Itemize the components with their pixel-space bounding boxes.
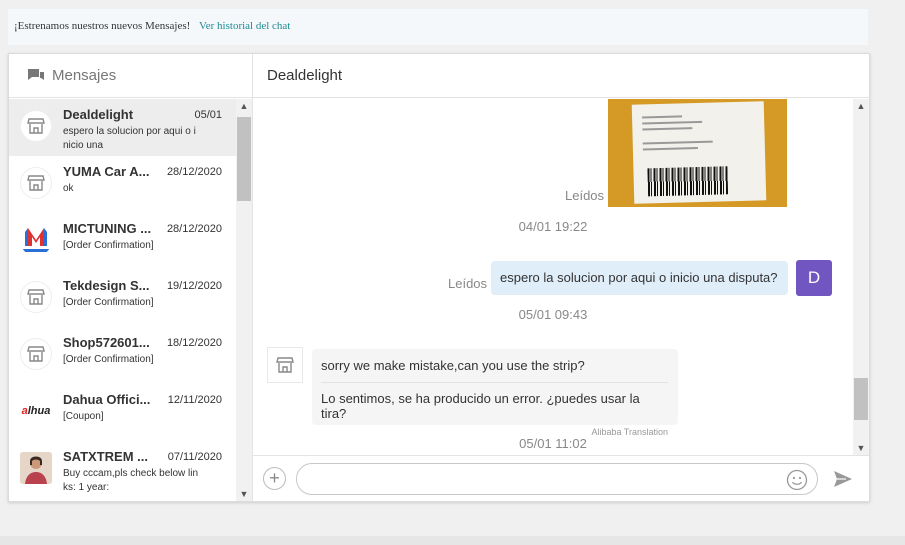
add-attachment-button[interactable]: + bbox=[263, 467, 286, 490]
conversation-date: 18/12/2020 bbox=[166, 337, 222, 349]
emoji-icon[interactable] bbox=[786, 469, 808, 491]
conversation-item[interactable]: MICTUNING ... 28/12/2020 [Order Confirma… bbox=[9, 213, 236, 270]
scroll-down-icon[interactable]: ▼ bbox=[853, 441, 869, 455]
incoming-translated-text: Lo sentimos, se ha producido un error. ¿… bbox=[321, 391, 640, 421]
conversation-name: MICTUNING ... bbox=[63, 221, 152, 236]
scrollbar-thumb[interactable] bbox=[854, 378, 868, 420]
send-icon[interactable] bbox=[833, 470, 853, 488]
conversation-name: Dealdelight bbox=[63, 107, 134, 122]
store-icon bbox=[20, 110, 52, 142]
incoming-original-text: sorry we make mistake,can you use the st… bbox=[321, 358, 668, 383]
conversation-name: Dahua Offici... bbox=[63, 392, 151, 407]
conversation-date: 28/12/2020 bbox=[166, 223, 222, 235]
read-receipt: Leídos bbox=[565, 188, 605, 203]
scroll-up-icon[interactable]: ▲ bbox=[853, 99, 869, 113]
incoming-message: sorry we make mistake,can you use the st… bbox=[312, 349, 678, 437]
read-receipt: Leídos bbox=[448, 276, 488, 291]
conversation-date: 12/11/2020 bbox=[167, 394, 222, 406]
store-icon bbox=[20, 338, 52, 370]
conversation-date: 07/11/2020 bbox=[167, 451, 222, 463]
sidebar-header: Mensajes bbox=[9, 54, 252, 98]
notice-text: ¡Estrenamos nuestros nuevos Mensajes! bbox=[14, 20, 191, 32]
chat-title: Dealdelight bbox=[253, 54, 869, 98]
outgoing-message: espero la solucion por aqui o inicio una… bbox=[491, 261, 788, 295]
store-icon bbox=[20, 281, 52, 313]
conversation-item[interactable]: Dealdelight 05/01 espero la solucion por… bbox=[9, 99, 236, 156]
person-photo bbox=[20, 452, 52, 484]
conversation-item[interactable]: a lhua Dahua Offici... 12/11/2020 [Coupon… bbox=[9, 384, 236, 441]
chat-bubbles-icon bbox=[28, 68, 44, 80]
store-icon bbox=[20, 167, 52, 199]
user-avatar[interactable]: D bbox=[796, 260, 832, 296]
shipping-label-photo[interactable] bbox=[608, 99, 787, 207]
message-timestamp: 04/01 19:22 bbox=[518, 219, 588, 234]
conversation-preview: [Order Confirmation] bbox=[63, 354, 154, 365]
message-input[interactable] bbox=[296, 463, 818, 495]
conversation-item[interactable]: SATXTREM ... 07/11/2020 Buy cccam,pls ch… bbox=[9, 441, 236, 498]
dahua-logo: a lhua bbox=[20, 395, 52, 427]
scrollbar-thumb[interactable] bbox=[237, 117, 251, 201]
conversation-item[interactable]: Shop572601... 18/12/2020 [Order Confirma… bbox=[9, 327, 236, 384]
conversation-item[interactable]: Tekdesign S... 19/12/2020 [Order Confirm… bbox=[9, 270, 236, 327]
conversation-list: Dealdelight 05/01 espero la solucion por… bbox=[9, 99, 236, 501]
page-footer-strip bbox=[0, 536, 905, 545]
conversation-preview: [Coupon] bbox=[63, 411, 104, 422]
conversation-date: 05/01 bbox=[194, 109, 222, 121]
conversation-preview: ok bbox=[63, 183, 74, 194]
shipping-label bbox=[631, 101, 767, 204]
mictuning-logo bbox=[20, 224, 52, 256]
conversation-preview: Buy cccam,pls check below lin ks: 1 year… bbox=[63, 468, 199, 493]
message-timestamp: 05/01 09:43 bbox=[518, 307, 588, 322]
conversation-name: Tekdesign S... bbox=[63, 278, 150, 293]
conversation-name: SATXTREM ... bbox=[63, 449, 148, 464]
chat-history-link[interactable]: Ver historial del chat bbox=[199, 20, 290, 32]
conversation-date: 28/12/2020 bbox=[166, 166, 222, 178]
notice-bar: ¡Estrenamos nuestros nuevos Mensajes! Ve… bbox=[8, 9, 868, 45]
conversation-date: 19/12/2020 bbox=[166, 280, 222, 292]
message-composer: + bbox=[253, 455, 869, 501]
conversation-name: YUMA Car A... bbox=[63, 164, 150, 179]
scroll-up-icon[interactable]: ▲ bbox=[236, 99, 252, 113]
conversation-preview: espero la solucion por aqui o i nicio un… bbox=[63, 126, 196, 151]
sidebar-title: Mensajes bbox=[52, 67, 117, 84]
conversation-sidebar: Mensajes Dealdelight 05/01 espero la sol… bbox=[9, 54, 253, 501]
chat-pane: Dealdelight Leídos 04/01 19:22 Leídos es… bbox=[253, 54, 869, 501]
message-list: Leídos 04/01 19:22 Leídos espero la solu… bbox=[253, 99, 853, 455]
conversation-item[interactable]: YUMA Car A... 28/12/2020 ok bbox=[9, 156, 236, 213]
conversation-name: Shop572601... bbox=[63, 335, 150, 350]
store-icon[interactable] bbox=[267, 347, 303, 383]
conversation-preview: [Order Confirmation] bbox=[63, 297, 154, 308]
sidebar-scrollbar[interactable]: ▲ ▼ bbox=[236, 99, 252, 501]
conversation-preview: [Order Confirmation] bbox=[63, 240, 154, 251]
messenger-panel: Mensajes Dealdelight 05/01 espero la sol… bbox=[8, 53, 870, 502]
scroll-down-icon[interactable]: ▼ bbox=[236, 487, 252, 501]
message-timestamp: 05/01 11:02 bbox=[519, 436, 587, 451]
chat-scrollbar[interactable]: ▲ ▼ bbox=[853, 99, 869, 455]
